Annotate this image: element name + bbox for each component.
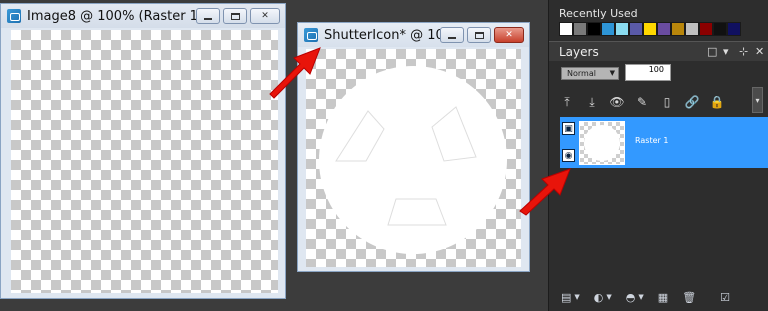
close-icon: ✕ (505, 30, 513, 40)
layer-properties-button[interactable]: ☑ (720, 289, 730, 305)
color-swatch[interactable] (671, 22, 685, 36)
color-swatch[interactable] (573, 22, 587, 36)
color-swatch[interactable] (713, 22, 727, 36)
new-layer-icon: ▤ (561, 290, 572, 304)
image8-titlebar[interactable]: Image8 @ 100% (Raster 1) ✕ (1, 4, 285, 28)
minimize-icon (448, 36, 456, 39)
layer-type-icon: ▣ (562, 122, 575, 135)
close-button[interactable]: ✕ (250, 8, 280, 24)
color-swatch[interactable] (615, 22, 629, 36)
layers-bottom-bar: ▤ ▼ ◐ ▼ ◓ ▼ ▦ 🗑 ☑ (549, 283, 768, 311)
toolbar-dropdown-button[interactable]: ▾ (752, 87, 763, 113)
properties-icon: ☑ (720, 290, 731, 304)
layer-options-icon[interactable]: ▯ (659, 94, 675, 110)
lock-icon[interactable]: 🔒 (709, 94, 725, 110)
panel-minimize-icon[interactable]: □ (707, 45, 717, 58)
color-swatch[interactable] (685, 22, 699, 36)
maximize-icon (474, 31, 484, 39)
maximize-button[interactable] (223, 8, 247, 24)
close-button[interactable]: ✕ (494, 27, 524, 43)
close-icon[interactable]: ✕ (755, 45, 764, 58)
window-title: ShutterIcon* @ 10... (324, 27, 440, 43)
right-panel: Recently Used Layers □ ▾ ⊹ ✕ Normal ▼ 10… (519, 0, 768, 311)
chevron-down-icon: ▼ (574, 293, 580, 301)
link-icon[interactable]: 🔗 (684, 94, 700, 110)
red-arrow-icon (269, 47, 321, 99)
shutter-shape (319, 66, 507, 254)
trash-icon: 🗑 (682, 290, 697, 304)
layers-title: Layers (559, 45, 599, 59)
panel-menu-icon[interactable]: ▾ (723, 45, 729, 58)
red-arrow-icon (519, 168, 571, 216)
minimize-button[interactable] (440, 27, 464, 43)
glasses-icon: ◓ (625, 290, 636, 304)
merge-icon: ▦ (657, 290, 669, 304)
shuttericon-canvas[interactable] (306, 49, 521, 267)
visibility-icon[interactable]: ◉ (562, 149, 575, 162)
maximize-icon (230, 12, 240, 20)
mask-button[interactable]: ◐ ▼ (594, 289, 612, 305)
layers-toolbar: ⤒ ⤓ 👁 ✎ ▯ 🔗 🔒 (559, 92, 755, 112)
maximize-button[interactable] (467, 27, 491, 43)
shuttericon-window[interactable]: ShutterIcon* @ 10... ✕ (297, 22, 530, 272)
recently-used-swatches (559, 22, 741, 36)
close-icon: ✕ (261, 11, 269, 21)
move-layer-down-icon[interactable]: ⤓ (584, 94, 600, 110)
chevron-down-icon: ▼ (606, 293, 612, 301)
layer-name: Raster 1 (635, 136, 669, 145)
layer-row[interactable]: ▣ ◉ Raster 1 (560, 117, 768, 168)
window-title: Image8 @ 100% (Raster 1) (27, 8, 196, 24)
pen-icon[interactable]: ✎ (634, 94, 650, 110)
color-swatch[interactable] (559, 22, 573, 36)
opacity-field[interactable]: 100 (625, 64, 671, 81)
blend-mode-select[interactable]: Normal ▼ (561, 67, 619, 80)
thumbnail-shutter (584, 125, 620, 161)
color-swatch[interactable] (587, 22, 601, 36)
new-layer-button[interactable]: ▤ ▼ (561, 289, 580, 305)
shuttericon-titlebar[interactable]: ShutterIcon* @ 10... ✕ (298, 23, 529, 47)
minimize-icon (204, 17, 212, 20)
layer-thumbnail (579, 121, 625, 165)
color-swatch[interactable] (643, 22, 657, 36)
document-icon (7, 9, 21, 23)
delete-layer-button[interactable]: 🗑 (682, 289, 696, 305)
color-swatch[interactable] (601, 22, 615, 36)
opacity-value: 100 (648, 65, 664, 74)
layers-panel-header: Layers □ ▾ ⊹ ✕ (549, 41, 768, 61)
color-swatch[interactable] (727, 22, 741, 36)
blend-mode-value: Normal (567, 69, 596, 78)
minimize-button[interactable] (196, 8, 220, 24)
color-swatch[interactable] (629, 22, 643, 36)
move-layer-up-icon[interactable]: ⤒ (559, 94, 575, 110)
color-swatch[interactable] (657, 22, 671, 36)
pin-icon[interactable]: ⊹ (739, 45, 748, 58)
image8-canvas[interactable] (11, 30, 278, 293)
color-swatch[interactable] (699, 22, 713, 36)
visibility-toggle-icon[interactable]: 👁 (609, 94, 625, 110)
mask-options-button[interactable]: ◓ ▼ (626, 289, 644, 305)
merge-layers-button[interactable]: ▦ (658, 289, 668, 305)
recently-used-title: Recently Used (559, 7, 638, 20)
image8-window[interactable]: Image8 @ 100% (Raster 1) ✕ (0, 3, 286, 299)
chevron-down-icon: ▼ (638, 293, 644, 301)
chevron-down-icon: ▼ (609, 69, 615, 77)
workspace: Image8 @ 100% (Raster 1) ✕ ShutterIcon* … (0, 0, 548, 311)
mask-icon: ◐ (593, 290, 604, 304)
